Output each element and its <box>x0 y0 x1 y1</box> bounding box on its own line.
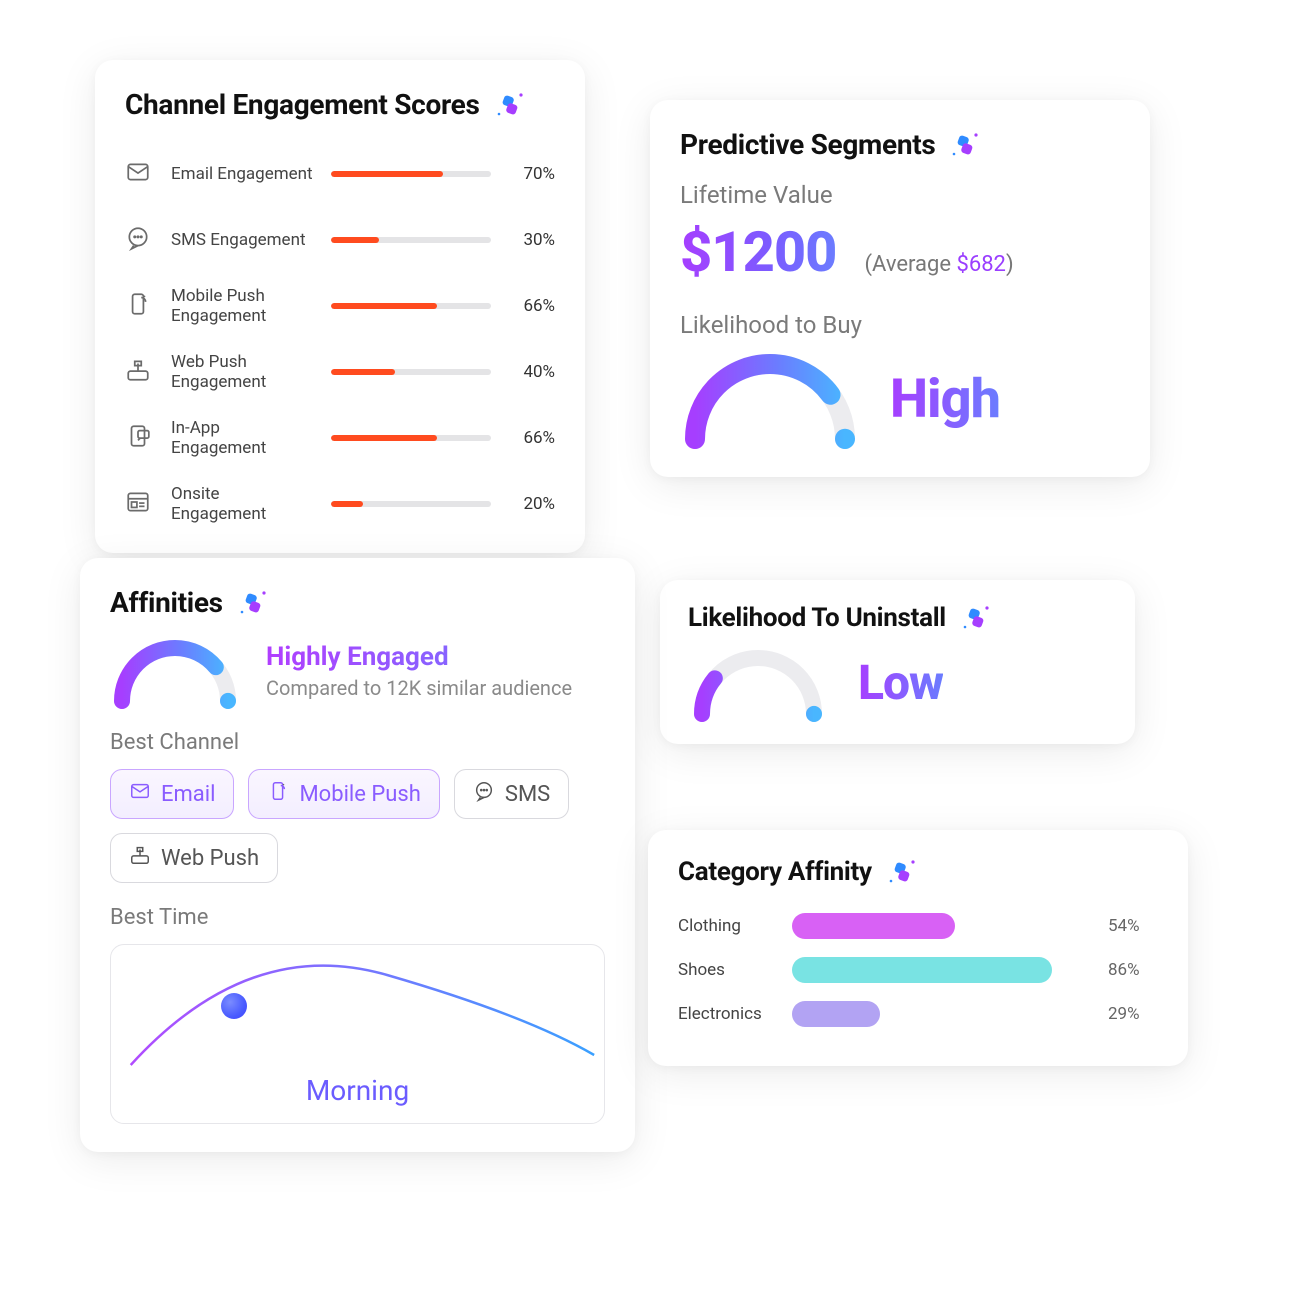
engagement-value: 66% <box>505 296 555 316</box>
sparkle-icon <box>949 129 981 161</box>
card-title: Category Affinity <box>678 857 872 887</box>
channel-label: Email Engagement <box>171 164 317 184</box>
card-title: Affinities <box>110 586 223 619</box>
lifetime-value: $1200 <box>680 219 836 285</box>
engagement-value: 20% <box>505 494 555 514</box>
sparkle-icon <box>960 602 992 634</box>
channel-chip-email[interactable]: Email <box>110 769 234 819</box>
channel-label: Mobile Push Engagement <box>171 286 317 326</box>
likelihood-to-uninstall-value: Low <box>858 654 943 711</box>
chip-label: Web Push <box>161 846 259 871</box>
mobilepush-icon <box>267 780 289 808</box>
category-value: 54% <box>1108 916 1158 936</box>
engagement-value: 30% <box>505 230 555 250</box>
channel-row: Email Engagement 70% <box>125 141 555 207</box>
category-label: Electronics <box>678 1004 778 1024</box>
engagement-bar <box>331 369 491 375</box>
card-title: Channel Engagement Scores <box>125 88 480 121</box>
engagement-bar <box>331 171 491 177</box>
best-time-marker <box>221 993 247 1019</box>
likelihood-to-buy-label: Likelihood to Buy <box>680 311 1120 339</box>
channel-row: Mobile Push Engagement 66% <box>125 273 555 339</box>
category-value: 86% <box>1108 960 1158 980</box>
likelihood-to-buy-gauge <box>680 349 860 449</box>
engagement-gauge <box>110 633 240 708</box>
sms-icon <box>473 780 495 808</box>
card-title: Likelihood To Uninstall <box>688 603 946 633</box>
engagement-value: 66% <box>505 428 555 448</box>
sparkle-icon <box>886 856 918 888</box>
category-row: Electronics 29% <box>678 992 1158 1036</box>
predictive-segments-card: Predictive Segments Lifetime Value $1200… <box>650 100 1150 477</box>
engagement-bar <box>331 501 491 507</box>
best-channel-label: Best Channel <box>110 730 605 755</box>
affinities-card: Affinities Highly Engaged Compared to 12… <box>80 558 635 1152</box>
best-time-label: Best Time <box>110 905 605 930</box>
category-label: Clothing <box>678 916 778 936</box>
webpush-icon <box>129 844 151 872</box>
chip-label: Mobile Push <box>299 782 420 807</box>
category-bar <box>792 1001 1094 1027</box>
sms-icon <box>125 225 157 255</box>
card-title: Predictive Segments <box>680 128 935 161</box>
mobilepush-icon <box>125 291 157 321</box>
category-row: Clothing 54% <box>678 904 1158 948</box>
email-icon <box>125 159 157 189</box>
channel-row: Web Push Engagement 40% <box>125 339 555 405</box>
engagement-bar <box>331 435 491 441</box>
channel-label: In-App Engagement <box>171 418 317 458</box>
channel-label: Web Push Engagement <box>171 352 317 392</box>
likelihood-to-buy-value: High <box>890 368 1000 431</box>
channel-row: Onsite Engagement 20% <box>125 471 555 537</box>
channel-label: Onsite Engagement <box>171 484 317 524</box>
email-icon <box>129 780 151 808</box>
channel-chip-webpush[interactable]: Web Push <box>110 833 278 883</box>
channel-label: SMS Engagement <box>171 230 317 250</box>
channel-row: SMS Engagement 30% <box>125 207 555 273</box>
sparkle-icon <box>494 89 526 121</box>
engagement-bar <box>331 303 491 309</box>
lifetime-value-label: Lifetime Value <box>680 181 1120 209</box>
category-affinity-card: Category Affinity Clothing 54% Shoes 86% Ele… <box>648 830 1188 1066</box>
engagement-value: 70% <box>505 164 555 184</box>
category-bar <box>792 913 1094 939</box>
engagement-level: Highly Engaged <box>266 642 572 672</box>
sparkle-icon <box>237 587 269 619</box>
engagement-value: 40% <box>505 362 555 382</box>
engagement-comparison: Compared to 12K similar audience <box>266 676 572 700</box>
lifetime-value-average: (Average $682) <box>864 252 1013 277</box>
channel-row: In-App Engagement 66% <box>125 405 555 471</box>
best-time-chart: Morning <box>110 944 605 1124</box>
chip-label: SMS <box>505 782 550 807</box>
onsite-icon <box>125 489 157 519</box>
category-row: Shoes 86% <box>678 948 1158 992</box>
category-value: 29% <box>1108 1004 1158 1024</box>
channel-chip-sms[interactable]: SMS <box>454 769 569 819</box>
engagement-bar <box>331 237 491 243</box>
likelihood-to-uninstall-gauge <box>688 642 828 722</box>
chip-label: Email <box>161 782 215 807</box>
webpush-icon <box>125 357 157 387</box>
likelihood-to-uninstall-card: Likelihood To Uninstall Low <box>660 580 1135 744</box>
channel-engagement-card: Channel Engagement Scores Email Engageme… <box>95 60 585 553</box>
best-time-value: Morning <box>111 1074 604 1107</box>
inapp-icon <box>125 423 157 453</box>
category-label: Shoes <box>678 960 778 980</box>
category-bar <box>792 957 1094 983</box>
channel-chip-mobilepush[interactable]: Mobile Push <box>248 769 439 819</box>
